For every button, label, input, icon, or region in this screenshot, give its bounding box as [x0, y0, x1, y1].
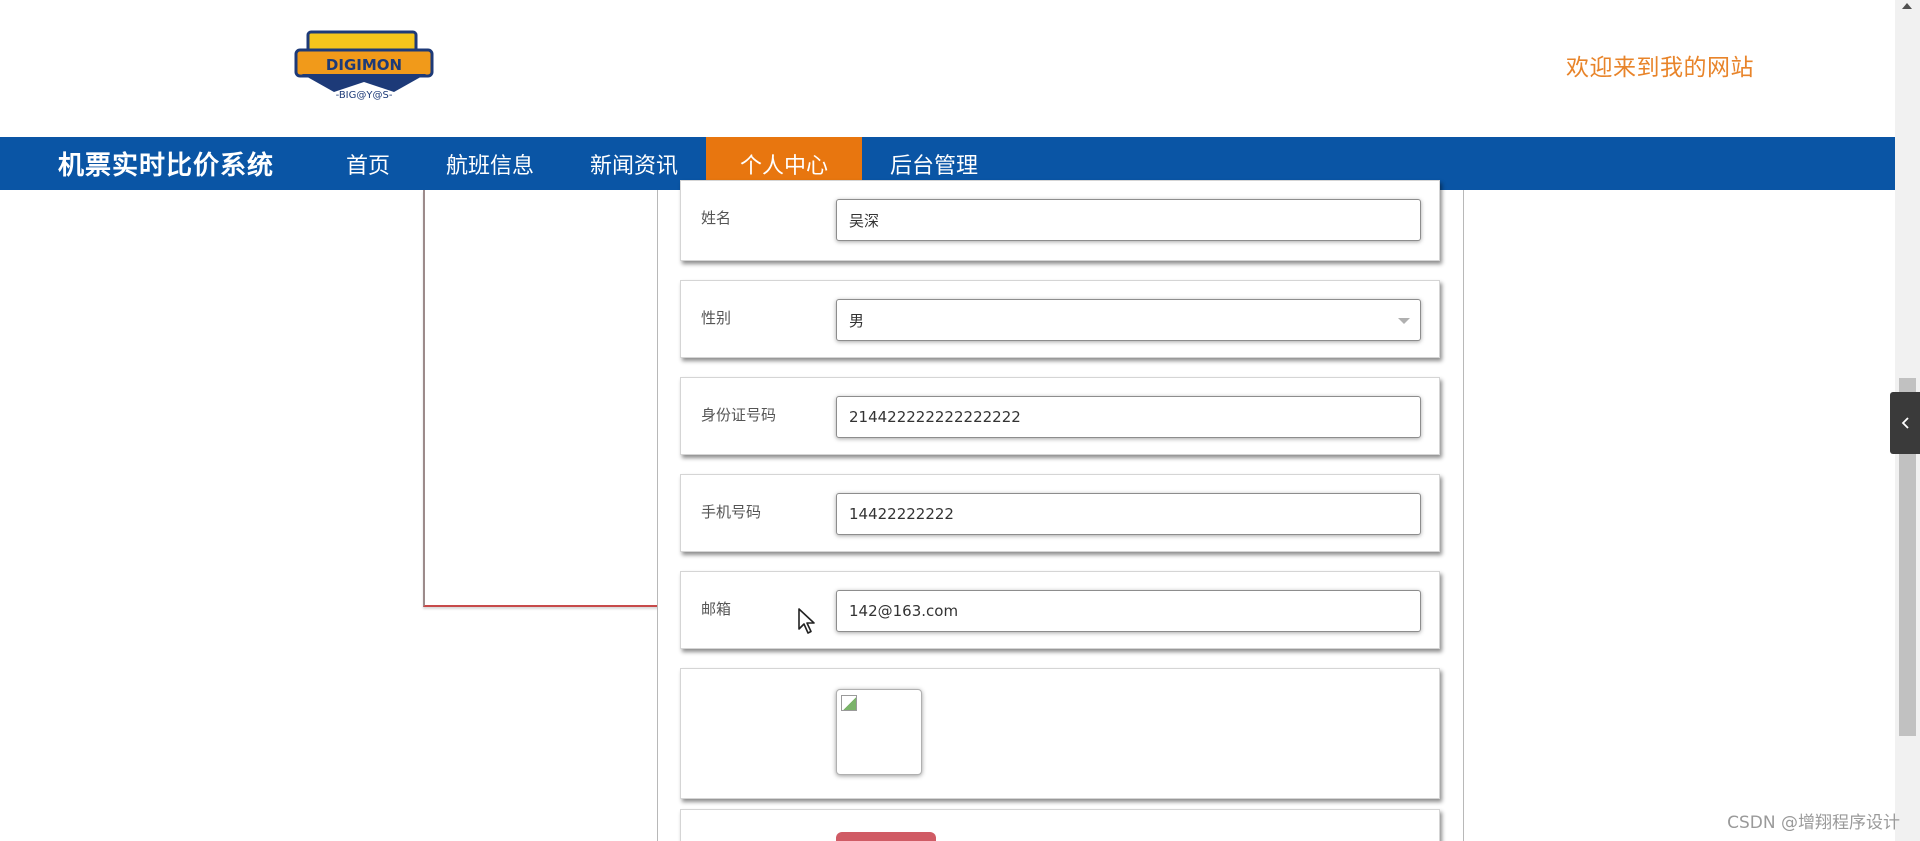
gender-select[interactable]: 男 — [836, 299, 1421, 341]
chevron-down-icon — [1398, 318, 1410, 324]
name-input[interactable] — [836, 199, 1421, 241]
email-label: 邮箱 — [701, 600, 732, 618]
form-row-phone: 手机号码 — [680, 474, 1440, 552]
phone-label: 手机号码 — [701, 503, 762, 521]
side-panel-toggle[interactable] — [1890, 392, 1920, 454]
name-label: 姓名 — [701, 209, 732, 227]
site-header: DIGIMON -BIG@Y@S- 欢迎来到我的网站 — [0, 0, 1895, 137]
gender-value: 男 — [849, 311, 865, 330]
submit-button[interactable] — [836, 832, 936, 841]
avatar-upload[interactable] — [836, 689, 922, 775]
svg-text:-BIG@Y@S-: -BIG@Y@S- — [336, 90, 393, 101]
email-input[interactable] — [836, 590, 1421, 632]
id-number-input[interactable] — [836, 396, 1421, 438]
profile-sidebar-panel — [423, 190, 659, 607]
form-row-email: 邮箱 — [680, 571, 1440, 649]
nav-item-flights[interactable]: 航班信息 — [418, 137, 562, 190]
form-row-submit — [680, 809, 1440, 841]
nav-item-home[interactable]: 首页 — [318, 137, 418, 190]
form-row-name: 姓名 — [680, 180, 1440, 261]
site-brand[interactable]: 机票实时比价系统 — [0, 137, 318, 190]
mouse-pointer-icon — [798, 608, 815, 634]
page-root: DIGIMON -BIG@Y@S- 欢迎来到我的网站 机票实时比价系统 首页 航… — [0, 0, 1920, 841]
id-number-label: 身份证号码 — [701, 406, 777, 424]
welcome-message: 欢迎来到我的网站 — [1566, 55, 1754, 81]
form-row-gender: 性别 男 — [680, 280, 1440, 358]
broken-image-icon — [841, 695, 857, 711]
form-row-avatar — [680, 668, 1440, 799]
svg-text:DIGIMON: DIGIMON — [326, 56, 402, 74]
gender-label: 性别 — [701, 309, 732, 327]
chevron-left-icon — [1901, 417, 1909, 429]
site-logo[interactable]: DIGIMON -BIG@Y@S- — [294, 30, 434, 102]
phone-input[interactable] — [836, 493, 1421, 535]
profile-form: 姓名 性别 男 身份证号码 手机号码 邮箱 — [657, 180, 1464, 841]
form-row-id-number: 身份证号码 — [680, 377, 1440, 455]
csdn-watermark: CSDN @增翔程序设计 — [1727, 813, 1900, 833]
triangle-up-icon[interactable] — [1902, 3, 1912, 9]
